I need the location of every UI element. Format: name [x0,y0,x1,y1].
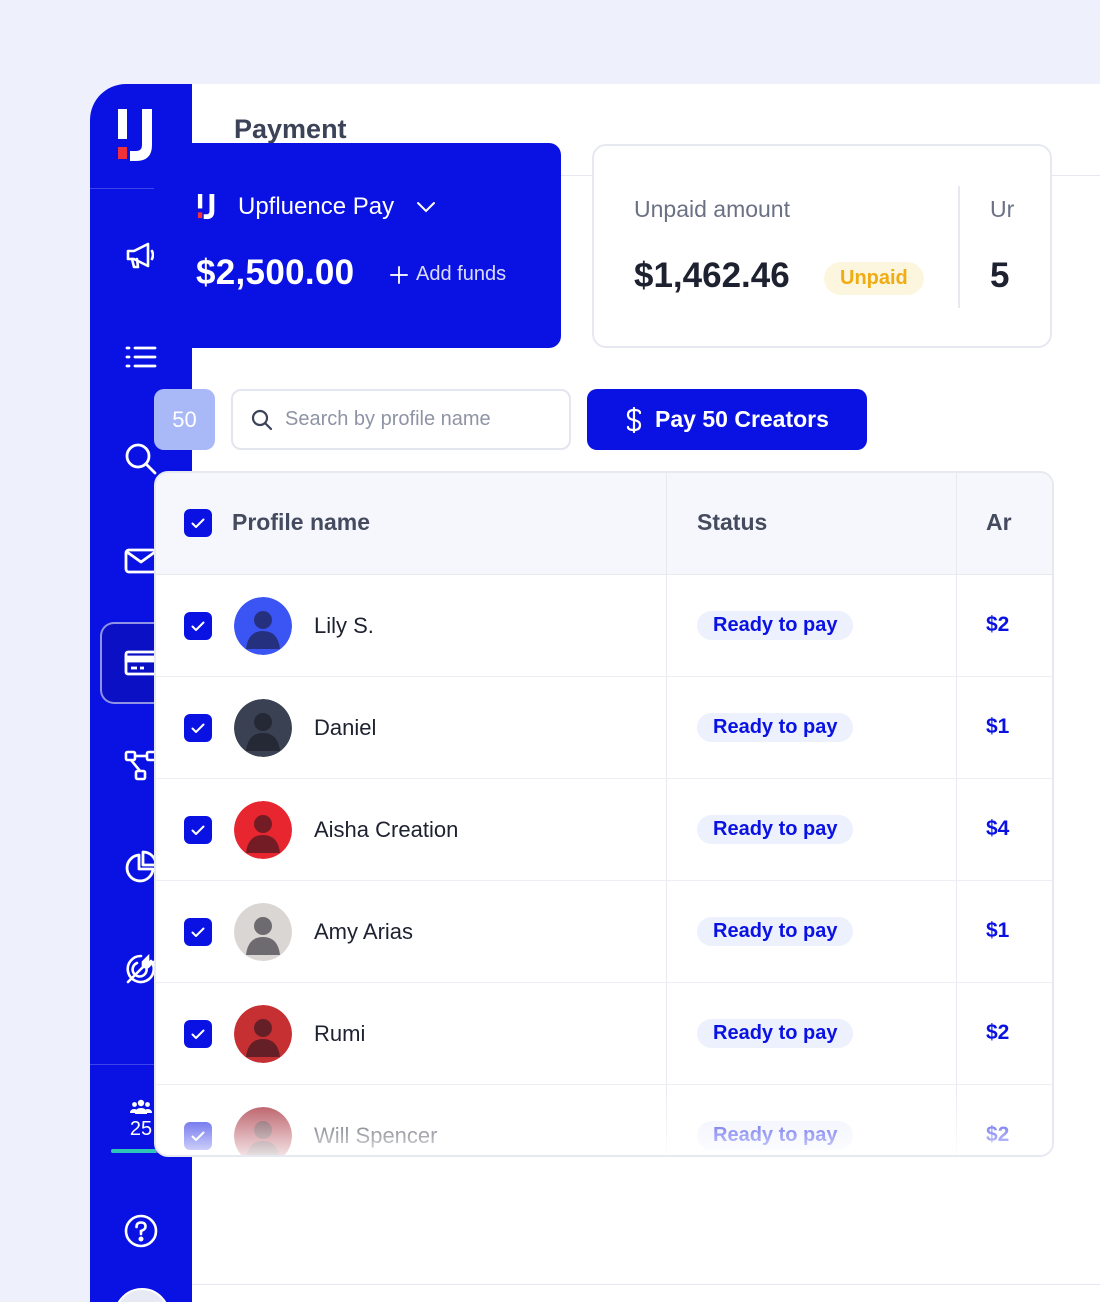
profile-avatar [234,1005,292,1063]
pay-account-selector[interactable]: Upfluence Pay [196,193,436,221]
list-icon [125,346,157,368]
table-header: Profile name Status Ar [156,473,1052,575]
profile-avatar [234,903,292,961]
unpaid-amount-value: $1,462.46 [634,256,790,295]
column-header-status[interactable]: Status [697,509,767,536]
profile-name[interactable]: Daniel [314,715,376,741]
check-icon [191,1029,205,1039]
unpaid-amount-card: Unpaid amount $1,462.46 Unpaid Ur 5 [592,144,1052,348]
check-icon [191,518,205,528]
status-badge: Ready to pay [697,611,854,640]
pay-creators-label: Pay 50 Creators [655,406,829,432]
second-metric-label: Ur [990,196,1015,222]
avatar-image [234,801,292,859]
select-all-checkbox[interactable] [184,509,212,537]
upfluence-pay-card: Upfluence Pay $2,500.00 Add funds [154,143,561,348]
profile-name[interactable]: Aisha Creation [314,817,458,843]
check-icon [191,723,205,733]
avatar-image [234,903,292,961]
search-input[interactable] [285,408,555,431]
avatar-image [234,1107,292,1155]
table-row[interactable]: Daniel Ready to pay $1 [156,677,1052,779]
row-checkbox[interactable] [184,1020,212,1048]
profile-avatar [234,597,292,655]
team-count: 25 [129,1118,153,1140]
pay-brand-name: Upfluence Pay [238,193,395,220]
avatar-image [234,699,292,757]
table-row[interactable]: Rumi Ready to pay $2 [156,983,1052,1085]
check-icon [191,927,205,937]
selected-count-chip: 50 [154,389,215,450]
payment-amount: $2 [986,1021,1010,1044]
profile-name[interactable]: Lily S. [314,613,374,639]
search-icon [125,443,157,475]
payment-amount: $2 [986,1123,1010,1146]
dollar-icon [626,406,642,433]
team-progress-fill [111,1149,156,1153]
user-avatar[interactable] [114,1288,170,1302]
row-checkbox[interactable] [184,1122,212,1150]
chevron-down-icon [417,202,436,213]
profile-avatar [234,699,292,757]
check-icon [191,621,205,631]
unpaid-status-badge: Unpaid [824,262,924,295]
second-metric-value: 5 [990,256,1010,295]
pay-creators-button[interactable]: Pay 50 Creators [587,389,867,450]
profile-name[interactable]: Amy Arias [314,919,413,945]
add-funds-label: Add funds [416,263,507,285]
status-badge: Ready to pay [697,713,854,742]
profile-name[interactable]: Will Spencer [314,1123,437,1149]
help-icon [124,1214,158,1248]
check-icon [191,1131,205,1141]
table-row[interactable]: Amy Arias Ready to pay $1 [156,881,1052,983]
plus-icon [390,265,408,284]
pay-balance: $2,500.00 [196,253,355,292]
card-divider [958,186,960,308]
payment-amount: $4 [986,817,1010,840]
avatar-image [234,597,292,655]
status-badge: Ready to pay [697,1019,854,1048]
column-header-amount[interactable]: Ar [986,509,1012,536]
avatar-image [234,1005,292,1063]
team-icon [130,1099,152,1114]
row-checkbox[interactable] [184,612,212,640]
row-checkbox[interactable] [184,918,212,946]
profile-name[interactable]: Rumi [314,1021,365,1047]
table-row[interactable]: Lily S. Ready to pay $2 [156,575,1052,677]
search-icon [251,409,273,430]
help-button[interactable] [100,1190,182,1272]
profile-avatar [234,1107,292,1155]
add-funds-button[interactable]: Add funds [390,263,506,286]
status-badge: Ready to pay [697,815,854,844]
column-header-profile-name[interactable]: Profile name [232,509,370,536]
payment-amount: $2 [986,613,1010,636]
profile-avatar [234,801,292,859]
status-badge: Ready to pay [697,917,854,946]
row-checkbox[interactable] [184,816,212,844]
payment-amount: $1 [986,919,1010,942]
table-row[interactable]: Aisha Creation Ready to pay $4 [156,779,1052,881]
page-title: Payment [234,114,347,144]
payment-amount: $1 [986,715,1010,738]
row-checkbox[interactable] [184,714,212,742]
check-icon [191,825,205,835]
search-field[interactable] [231,389,571,450]
creators-table: Profile name Status Ar Lily S. Ready to p… [154,471,1054,1157]
table-row[interactable]: Will Spencer Ready to pay $2 [156,1085,1052,1155]
unpaid-amount-label: Unpaid amount [634,196,790,222]
status-badge: Ready to pay [697,1121,854,1150]
upfluence-pay-logo-icon [197,194,215,220]
content-bottom-divider [192,1284,1100,1285]
